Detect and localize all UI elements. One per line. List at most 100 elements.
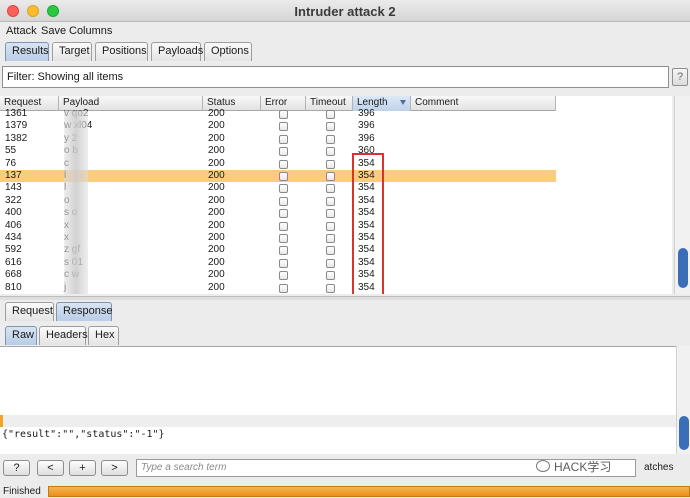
table-scrollbar[interactable] [674,96,690,294]
cell-status: 200 [208,281,225,293]
cell-length: 354 [358,281,375,293]
cell-length: 354 [358,219,375,231]
cell-status: 200 [208,256,225,268]
tab-response[interactable]: Response [56,302,113,321]
search-help-button[interactable]: ? [3,460,30,476]
cell-request: 400 [5,207,22,219]
error-checkbox [279,184,288,194]
cell-status: 200 [208,232,225,243]
cell-length: 396 [358,120,375,132]
timeout-checkbox [326,283,335,293]
cell-request: 1382 [5,132,28,144]
window-title: Intruder attack 2 [294,4,396,19]
cell-length: 360 [358,145,375,157]
tab-request[interactable]: Request [5,302,54,321]
tab-hex[interactable]: Hex [88,326,119,345]
error-checkbox [279,159,288,169]
timeout-checkbox [326,271,335,281]
tab-results[interactable]: Results [5,42,49,61]
cell-request: 76 [5,157,17,169]
watermark: HACK学习 [536,458,611,475]
cell-request: 434 [5,232,22,243]
cell-length: 354 [358,182,375,194]
cell-request: 1361 [5,108,28,119]
search-prev-button[interactable]: < [37,460,64,476]
tab-target[interactable]: Target [52,42,92,61]
timeout-checkbox [326,221,335,231]
error-checkbox [279,209,288,219]
timeout-checkbox [326,258,335,268]
cell-length: 354 [358,170,375,181]
editor-scrollbar[interactable] [676,346,690,454]
table-scroll-thumb[interactable] [678,248,688,288]
search-next-button[interactable]: > [101,460,128,476]
tab-payloads[interactable]: Payloads [151,42,203,61]
filter-help-button[interactable]: ? [672,68,688,86]
menu-attack[interactable]: Attack [6,25,37,37]
cell-request: 616 [5,256,22,268]
cell-request: 592 [5,244,22,256]
cell-length: 354 [358,207,375,219]
search-add-button[interactable]: + [69,460,96,476]
timeout-checkbox [326,234,335,243]
cell-status: 200 [208,132,225,144]
timeout-checkbox [326,246,335,256]
progress-bar [48,486,690,497]
current-line-marker [0,415,676,427]
watermark-text: HACK学习 [554,460,612,474]
cell-status: 200 [208,145,225,157]
error-checkbox [279,147,288,157]
menu-save[interactable]: Save [41,25,66,37]
split-pane-divider[interactable] [0,296,690,300]
editor-scroll-thumb[interactable] [679,416,689,450]
tab-positions[interactable]: Positions [95,42,148,61]
error-checkbox [279,196,288,206]
response-editor[interactable]: {"result":"","status":"-1"} [0,346,676,454]
response-body: {"result":"","status":"-1"} [2,429,165,440]
column-header-length-label: Length [357,97,388,108]
error-checkbox [279,134,288,144]
cell-request: 810 [5,281,22,293]
timeout-checkbox [326,172,335,181]
error-checkbox [279,110,288,119]
timeout-checkbox [326,134,335,144]
cell-length: 354 [358,232,375,243]
error-checkbox [279,283,288,293]
timeout-checkbox [326,196,335,206]
timeout-checkbox [326,184,335,194]
cell-length: 354 [358,244,375,256]
timeout-checkbox [326,209,335,219]
cell-request: 406 [5,219,22,231]
sort-descending-icon [400,100,406,105]
results-table: Request Payload Status Error Timeout Len… [0,96,672,294]
timeout-checkbox [326,110,335,119]
cell-length: 354 [358,256,375,268]
tab-raw[interactable]: Raw [5,326,37,345]
error-checkbox [279,246,288,256]
error-checkbox [279,258,288,268]
timeout-checkbox [326,159,335,169]
cell-status: 200 [208,120,225,132]
timeout-checkbox [326,122,335,132]
cell-status: 200 [208,182,225,194]
progress-fill [49,487,689,496]
cell-length: 354 [358,269,375,281]
cell-request: 1379 [5,120,28,132]
status-text: Finished [3,486,41,497]
filter-bar[interactable]: Filter: Showing all items [2,66,669,88]
wechat-icon [536,460,550,472]
cell-request: 143 [5,182,22,194]
cell-status: 200 [208,108,225,119]
cell-status: 200 [208,219,225,231]
tab-options[interactable]: Options [204,42,252,61]
cell-status: 200 [208,244,225,256]
error-checkbox [279,234,288,243]
cell-status: 200 [208,170,225,181]
cell-status: 200 [208,269,225,281]
menu-columns[interactable]: Columns [69,25,112,37]
cell-length: 396 [358,108,375,119]
tab-headers[interactable]: Headers [39,326,88,345]
cell-status: 200 [208,194,225,206]
cell-request: 668 [5,269,22,281]
cell-status: 200 [208,207,225,219]
